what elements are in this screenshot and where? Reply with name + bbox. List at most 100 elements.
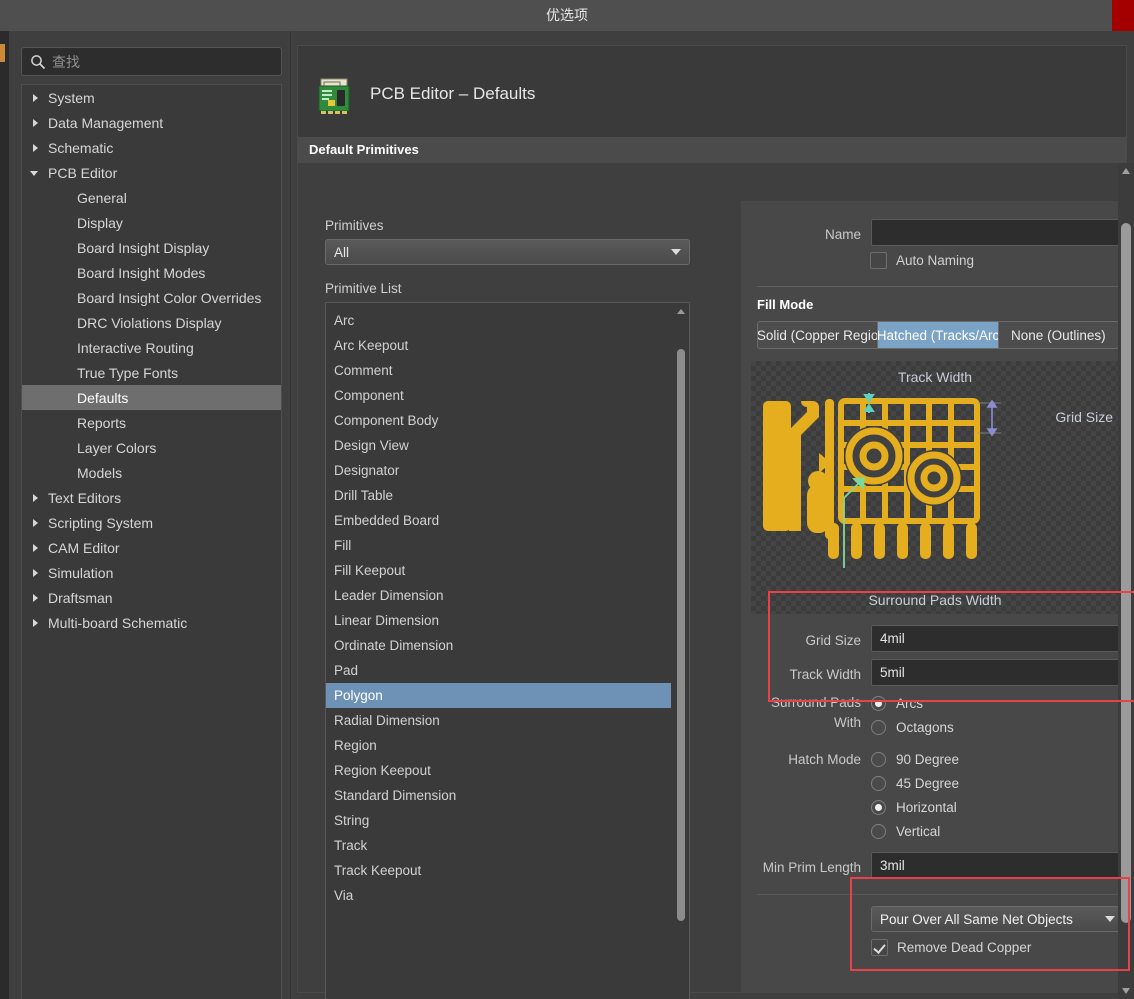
chevron-right-icon[interactable]	[28, 141, 42, 155]
surround-pads-radio-octagons[interactable]: Octagons	[871, 720, 954, 735]
primitive-list-item[interactable]: Component Body	[326, 408, 671, 433]
sidebar-item-general[interactable]: General	[22, 185, 281, 210]
primitive-list-item[interactable]: Component	[326, 383, 671, 408]
page-header: PCB Editor – Defaults	[297, 45, 1127, 143]
primitive-list-item[interactable]: Leader Dimension	[326, 583, 671, 608]
radio-icon[interactable]	[871, 776, 886, 791]
sidebar-item-text-editors[interactable]: Text Editors	[22, 485, 281, 510]
sidebar-item-layer-colors[interactable]: Layer Colors	[22, 435, 281, 460]
sidebar-item-board-insight-display[interactable]: Board Insight Display	[22, 235, 281, 260]
search-input[interactable]: 查找	[21, 47, 282, 76]
primitive-list-item[interactable]: Arc Keepout	[326, 333, 671, 358]
radio-icon[interactable]	[871, 800, 886, 815]
radio-icon[interactable]	[871, 824, 886, 839]
surround-pads-radio-arcs[interactable]: Arcs	[871, 696, 923, 711]
surround-pads-label: Surround Pads	[770, 695, 861, 710]
radio-icon[interactable]	[871, 720, 886, 735]
primitive-list-item[interactable]: Comment	[326, 358, 671, 383]
fill-mode-option[interactable]: Hatched (Tracks/Arc	[877, 322, 998, 348]
remove-dead-copper-checkbox-box[interactable]	[871, 939, 888, 956]
sidebar-item-label: True Type Fonts	[77, 364, 179, 381]
primitive-list-item[interactable]: Track	[326, 833, 671, 858]
sidebar-item-simulation[interactable]: Simulation	[22, 560, 281, 585]
remove-dead-copper-checkbox[interactable]: Remove Dead Copper	[871, 939, 1031, 956]
scroll-up-icon[interactable]	[674, 304, 688, 318]
primitive-list-item[interactable]: Arc	[326, 308, 671, 333]
auto-naming-checkbox[interactable]: Auto Naming	[870, 252, 974, 269]
primitive-list-item[interactable]: Linear Dimension	[326, 608, 671, 633]
chevron-right-icon[interactable]	[28, 541, 42, 555]
hatch-mode-label: Hatch Mode	[788, 752, 861, 767]
grid-size-input[interactable]: 4mil	[871, 625, 1124, 652]
chevron-right-icon[interactable]	[28, 591, 42, 605]
primitive-list-item[interactable]: Standard Dimension	[326, 783, 671, 808]
primitive-list-item[interactable]: Region	[326, 733, 671, 758]
sidebar-item-reports[interactable]: Reports	[22, 410, 281, 435]
primitive-list-item[interactable]: Polygon	[326, 683, 671, 708]
pour-over-select[interactable]: Pour Over All Same Net Objects	[871, 906, 1124, 932]
sidebar-item-label: Board Insight Display	[77, 239, 210, 256]
auto-naming-checkbox-box[interactable]	[870, 252, 887, 269]
track-width-input[interactable]: 5mil	[871, 659, 1124, 686]
sidebar-item-defaults[interactable]: Defaults	[22, 385, 281, 410]
name-input[interactable]	[871, 219, 1124, 246]
chevron-right-icon[interactable]	[28, 516, 42, 530]
fill-mode-option[interactable]: None (Outlines)	[997, 322, 1118, 348]
primitives-filter-select[interactable]: All	[325, 239, 690, 265]
hatch-mode-radio-vertical[interactable]: Vertical	[871, 824, 940, 839]
min-prim-length-input[interactable]: 3mil	[871, 852, 1124, 879]
primitive-list-item[interactable]: Fill	[326, 533, 671, 558]
scrollbar-thumb[interactable]	[677, 349, 685, 921]
sidebar-item-interactive-routing[interactable]: Interactive Routing	[22, 335, 281, 360]
settings-tree[interactable]: System Data Management Schematic PCB Editor…	[21, 84, 282, 999]
scroll-down-icon[interactable]	[1118, 983, 1134, 999]
primitive-list-item[interactable]: Fill Keepout	[326, 558, 671, 583]
primitive-list-item[interactable]: Ordinate Dimension	[326, 633, 671, 658]
sidebar-item-display[interactable]: Display	[22, 210, 281, 235]
hatch-mode-radio-horizontal[interactable]: Horizontal	[871, 800, 957, 815]
chevron-right-icon[interactable]	[28, 616, 42, 630]
primitive-list-item[interactable]: Track Keepout	[326, 858, 671, 883]
fill-mode-option[interactable]: Solid (Copper Regio	[758, 322, 878, 348]
sidebar-item-data-management[interactable]: Data Management	[22, 110, 281, 135]
primitive-list-item[interactable]: Pad	[326, 658, 671, 683]
fill-mode-segmented-control[interactable]: Solid (Copper Regio Hatched (Tracks/Arc No…	[757, 321, 1119, 349]
sidebar-item-models[interactable]: Models	[22, 460, 281, 485]
radio-icon[interactable]	[871, 696, 886, 711]
primitive-list-item[interactable]: Embedded Board	[326, 508, 671, 533]
primitive-list-item[interactable]: Region Keepout	[326, 758, 671, 783]
chevron-right-icon[interactable]	[28, 91, 42, 105]
primitive-list-item[interactable]: Radial Dimension	[326, 708, 671, 733]
sidebar-item-multi-board-schematic[interactable]: Multi-board Schematic	[22, 610, 281, 635]
chevron-down-icon[interactable]	[28, 166, 42, 180]
radio-icon[interactable]	[871, 752, 886, 767]
scrollbar-thumb[interactable]	[1121, 223, 1131, 923]
primitive-list-item[interactable]: Design View	[326, 433, 671, 458]
primitive-list-scrollbar[interactable]	[674, 304, 688, 999]
primitive-list[interactable]: Arc Arc Keepout Comment Component Component …	[325, 302, 690, 999]
sidebar-item-schematic[interactable]: Schematic	[22, 135, 281, 160]
primitive-list-item[interactable]: String	[326, 808, 671, 833]
hatch-mode-radio-45[interactable]: 45 Degree	[871, 776, 959, 791]
sidebar-item-pcb-editor[interactable]: PCB Editor	[22, 160, 281, 185]
primitive-list-item[interactable]: Designator	[326, 458, 671, 483]
hatch-mode-radio-90[interactable]: 90 Degree	[871, 752, 959, 767]
sidebar-item-drc-violations-display[interactable]: DRC Violations Display	[22, 310, 281, 335]
chevron-right-icon[interactable]	[28, 491, 42, 505]
content-scrollbar[interactable]	[1118, 163, 1134, 999]
sidebar-item-cam-editor[interactable]: CAM Editor	[22, 535, 281, 560]
sidebar-item-scripting-system[interactable]: Scripting System	[22, 510, 281, 535]
sidebar-item-board-insight-modes[interactable]: Board Insight Modes	[22, 260, 281, 285]
primitive-list-item[interactable]: Drill Table	[326, 483, 671, 508]
sidebar-item-label: Board Insight Color Overrides	[77, 289, 262, 306]
primitive-list-item[interactable]: Via	[326, 883, 671, 908]
close-icon[interactable]	[1112, 0, 1134, 32]
chevron-right-icon[interactable]	[28, 116, 42, 130]
sidebar-item-board-insight-color-overrides[interactable]: Board Insight Color Overrides	[22, 285, 281, 310]
sidebar-item-true-type-fonts[interactable]: True Type Fonts	[22, 360, 281, 385]
sidebar-item-draftsman[interactable]: Draftsman	[22, 585, 281, 610]
sidebar-item-system[interactable]: System	[22, 85, 281, 110]
scroll-up-icon[interactable]	[1118, 163, 1134, 179]
chevron-right-icon[interactable]	[28, 566, 42, 580]
title-bar: 优选项	[0, 0, 1134, 32]
